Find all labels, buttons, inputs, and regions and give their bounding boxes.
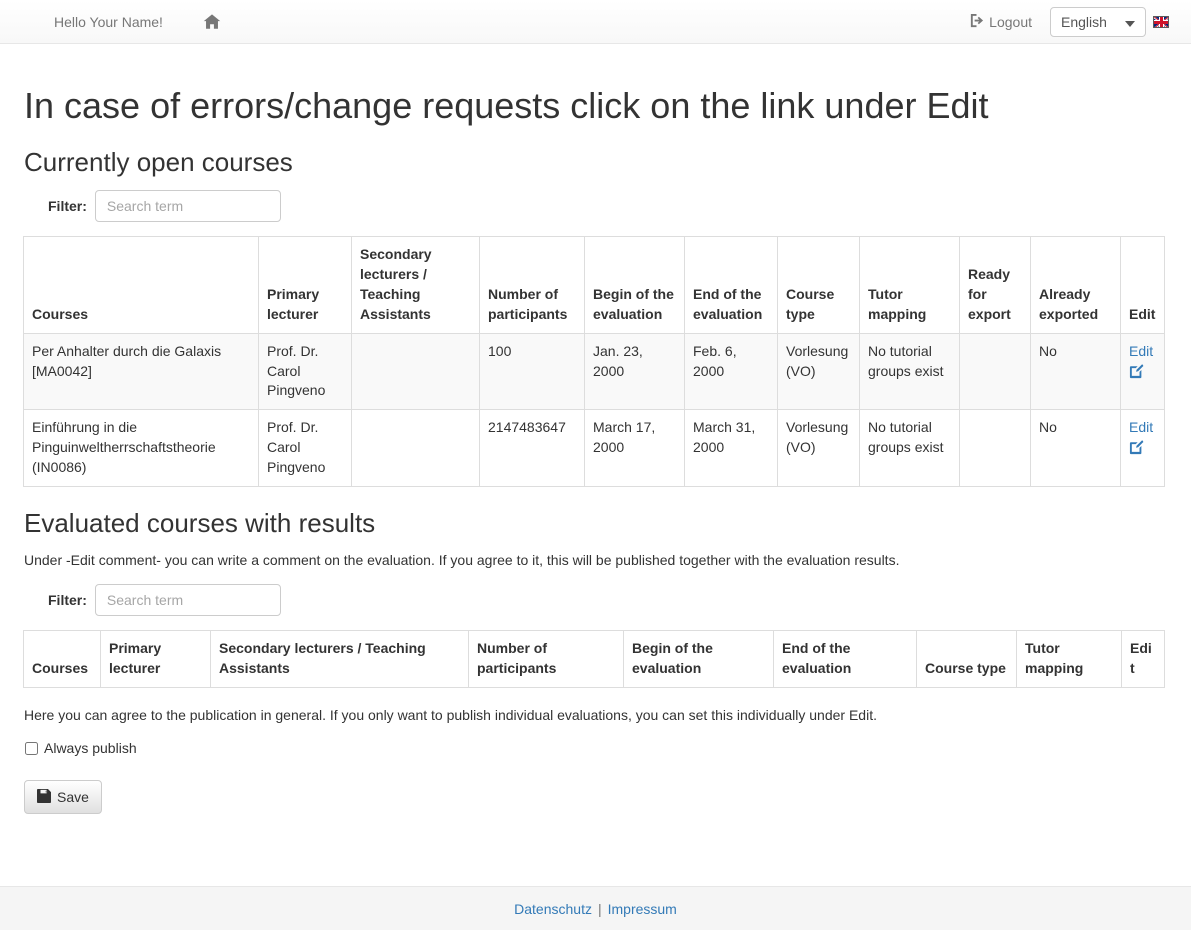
cell-tutor-mapping: No tutorial groups exist xyxy=(859,332,960,411)
open-courses-header-row: Courses Primary lecturer Secondary lectu… xyxy=(23,236,1165,334)
cell-ready-for-export xyxy=(959,332,1031,411)
always-publish-label[interactable]: Always publish xyxy=(44,740,137,756)
col-header-tutor-mapping: Tutor mapping xyxy=(859,236,960,334)
page-title: In case of errors/change requests click … xyxy=(24,85,989,126)
col-header-begin: Begin of the evaluation xyxy=(584,236,685,334)
cell-participants: 2147483647 xyxy=(479,409,585,487)
always-publish-row: Always publish xyxy=(25,740,1169,756)
save-label: Save xyxy=(57,789,89,806)
filter-label: Filter: xyxy=(48,592,87,609)
col-header-end: End of the evaluation xyxy=(773,630,917,689)
cell-participants: 100 xyxy=(479,332,585,411)
col-header-end: End of the evaluation xyxy=(684,236,778,334)
footer-separator: | xyxy=(597,900,602,917)
imprint-link[interactable]: Impressum xyxy=(608,901,677,917)
logout-button[interactable]: Logout xyxy=(969,13,1032,31)
col-header-course-type: Course type xyxy=(777,236,860,334)
cell-tutor-mapping: No tutorial groups exist xyxy=(859,409,960,487)
cell-end: March 31, 2000 xyxy=(684,409,778,487)
floppy-save-icon xyxy=(37,788,51,806)
cell-already-exported: No xyxy=(1030,409,1121,487)
filter-label: Filter: xyxy=(48,198,87,215)
logout-label: Logout xyxy=(989,14,1032,30)
evaluated-courses-heading: Evaluated courses with results xyxy=(24,507,376,538)
cell-edit: Edit xyxy=(1120,332,1165,411)
user-greeting: Hello Your Name! xyxy=(54,13,163,30)
publish-note: Here you can agree to the publication in… xyxy=(24,707,877,724)
always-publish-checkbox[interactable] xyxy=(25,741,38,755)
cell-course: Einführung in die Pinguinweltherrschafts… xyxy=(23,409,259,487)
language-select-wrapper: English xyxy=(1050,7,1146,37)
cell-secondary-lecturers xyxy=(351,332,480,411)
main-container: In case of errors/change requests click … xyxy=(0,85,1191,815)
cell-course-type: Vorlesung (VO) xyxy=(777,409,860,487)
edit-link[interactable]: Edit xyxy=(1129,342,1156,362)
col-header-edit: Edit xyxy=(1121,630,1165,689)
col-header-secondary-lecturers: Secondary lecturers / Teaching Assistant… xyxy=(351,236,480,334)
language-select[interactable]: English xyxy=(1050,7,1146,37)
col-header-participants: Number of participants xyxy=(468,630,624,689)
table-row: Per Anhalter durch die Galaxis [MA0042] … xyxy=(23,332,1165,411)
table-row: Einführung in die Pinguinweltherrschafts… xyxy=(23,409,1165,487)
cell-already-exported: No xyxy=(1030,332,1121,411)
save-button[interactable]: Save xyxy=(24,780,102,815)
open-courses-filter-input[interactable] xyxy=(94,190,281,223)
edit-link[interactable]: Edit xyxy=(1129,418,1156,438)
pencil-square-icon[interactable] xyxy=(1129,440,1156,461)
col-header-begin: Begin of the evaluation xyxy=(623,630,774,689)
col-header-primary-lecturer: Primary lecturer xyxy=(258,236,352,334)
col-header-courses: Courses xyxy=(23,630,101,689)
cell-begin: Jan. 23, 2000 xyxy=(584,332,685,411)
top-navbar: Hello Your Name! Logout English xyxy=(0,0,1191,44)
navbar-left-group: Hello Your Name! xyxy=(54,12,221,32)
evaluated-courses-header-row: Courses Primary lecturer Secondary lectu… xyxy=(23,630,1165,689)
page-footer: Datenschutz | Impressum xyxy=(0,886,1191,930)
col-header-ready-for-export: Ready for export xyxy=(959,236,1031,334)
privacy-link[interactable]: Datenschutz xyxy=(514,901,592,917)
col-header-course-type: Course type xyxy=(916,630,1017,689)
col-header-tutor-mapping: Tutor mapping xyxy=(1016,630,1122,689)
home-icon[interactable] xyxy=(203,13,221,31)
cell-ready-for-export xyxy=(959,409,1031,487)
cell-primary-lecturer: Prof. Dr. Carol Pingveno xyxy=(258,332,352,411)
col-header-courses: Courses xyxy=(23,236,259,334)
evaluated-courses-filter-input[interactable] xyxy=(94,584,281,617)
cell-primary-lecturer: Prof. Dr. Carol Pingveno xyxy=(258,409,352,487)
cell-secondary-lecturers xyxy=(351,409,480,487)
cell-course-type: Vorlesung (VO) xyxy=(777,332,860,411)
col-header-primary-lecturer: Primary lecturer xyxy=(100,630,211,689)
evaluated-courses-filter-row: Filter: xyxy=(48,584,1169,617)
evaluated-courses-description: Under -Edit comment- you can write a com… xyxy=(24,551,900,568)
open-courses-table: Courses Primary lecturer Secondary lectu… xyxy=(23,236,1165,487)
evaluated-courses-table: Courses Primary lecturer Secondary lectu… xyxy=(23,630,1165,689)
open-courses-heading: Currently open courses xyxy=(24,146,293,177)
navbar-right-group: Logout English xyxy=(969,0,1169,44)
cell-course: Per Anhalter durch die Galaxis [MA0042] xyxy=(23,332,259,411)
cell-edit: Edit xyxy=(1120,409,1165,487)
pencil-square-icon[interactable] xyxy=(1129,363,1156,385)
open-courses-filter-row: Filter: xyxy=(48,190,1169,223)
cell-begin: March 17, 2000 xyxy=(584,409,685,487)
col-header-participants: Number of participants xyxy=(479,236,585,334)
col-header-already-exported: Already exported xyxy=(1030,236,1121,334)
sign-out-icon xyxy=(969,13,984,31)
col-header-edit: Edit xyxy=(1120,236,1165,334)
col-header-secondary-lecturers: Secondary lecturers / Teaching Assistant… xyxy=(210,630,469,689)
uk-flag-icon xyxy=(1153,16,1169,28)
cell-end: Feb. 6, 2000 xyxy=(684,332,778,411)
